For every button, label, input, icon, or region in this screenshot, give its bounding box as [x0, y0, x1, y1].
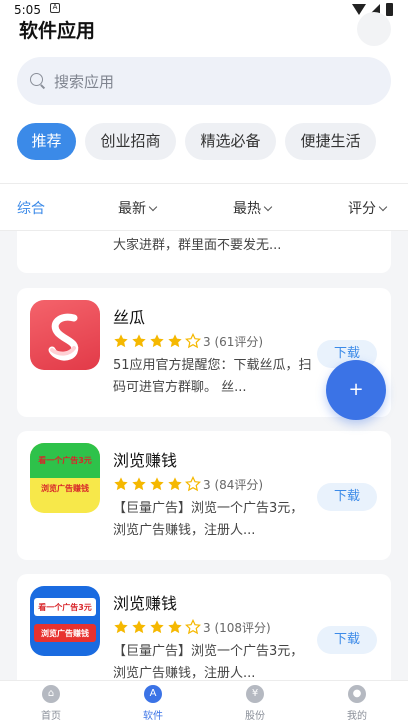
app-description: 51应用官方提醒您：下载丝瓜，扫码可进官方群聊。 丝... — [113, 358, 312, 395]
tab-shares[interactable]: ¥ 股份 — [225, 685, 285, 722]
add-fab-button[interactable]: + — [326, 360, 386, 420]
download-button[interactable]: 下载 — [317, 626, 377, 654]
star-empty-icon — [185, 333, 201, 349]
list-item[interactable]: 看一个广告3元 浏览广告赚钱 浏览赚钱 3 (108评分) 【巨量广告】浏览一个… — [17, 574, 391, 680]
rating-count: 3 (84评分) — [203, 478, 264, 492]
app-description: 大家进群，群里面不要发无... — [113, 238, 282, 253]
list-item[interactable]: 大家进群，群里面不要发无... — [17, 231, 391, 273]
star-filled-icon — [150, 477, 164, 491]
star-filled-icon — [114, 334, 128, 348]
tab-label: 股份 — [245, 711, 265, 722]
list-item[interactable]: 看一个广告3元 浏览广告赚钱 浏览赚钱 3 (84评分) 【巨量广告】浏览一个广… — [17, 431, 391, 560]
tab-lifestyle[interactable]: 便捷生活 — [285, 123, 376, 160]
home-icon: ⌂ — [42, 685, 60, 703]
tab-apps[interactable]: A 软件 — [123, 685, 183, 722]
icon-text: 浏览广告赚钱 — [41, 484, 89, 493]
star-empty-icon — [185, 476, 201, 492]
star-filled-icon — [132, 477, 146, 491]
app-name: 浏览赚钱 — [113, 594, 178, 613]
divider — [0, 183, 408, 184]
sort-latest[interactable]: 最新 — [118, 198, 158, 218]
tab-featured[interactable]: 精选必备 — [185, 123, 276, 160]
tab-profile[interactable]: ● 我的 — [327, 685, 387, 722]
rating-count: 3 (61评分) — [203, 335, 264, 349]
app-icon — [30, 300, 100, 370]
bottom-tab-bar: ⌂ 首页 A 软件 ¥ 股份 ● 我的 — [0, 680, 408, 725]
star-filled-icon — [132, 334, 146, 348]
search-placeholder: 搜索应用 — [54, 73, 115, 91]
sigua-logo-icon — [48, 313, 79, 361]
wifi-icon — [352, 4, 366, 15]
search-input[interactable]: 搜索应用 — [17, 57, 391, 105]
page-title: 软件应用 — [19, 20, 96, 42]
app-description: 【巨量广告】浏览一个广告3元，浏览广告赚钱，注册人... — [113, 501, 304, 538]
tab-label: 软件 — [143, 711, 163, 722]
star-filled-icon — [168, 477, 182, 491]
chevron-down-icon — [378, 202, 388, 212]
avatar[interactable] — [357, 12, 391, 46]
icon-text: 浏览广告赚钱 — [41, 629, 89, 638]
chevron-down-icon — [263, 202, 273, 212]
icon-text: 看一个广告3元 — [38, 456, 92, 465]
tab-home[interactable]: ⌂ 首页 — [21, 685, 81, 722]
star-filled-icon — [168, 620, 182, 634]
sort-bar: 综合 最新 最热 评分 — [0, 190, 408, 224]
app-list[interactable]: 大家进群，群里面不要发无... 丝瓜 3 (61评分) 51应用官方提醒您：下载… — [0, 231, 408, 680]
chevron-down-icon — [148, 202, 158, 212]
sort-comprehensive[interactable]: 综合 — [17, 198, 45, 218]
app-name: 浏览赚钱 — [113, 451, 178, 470]
star-empty-icon — [185, 619, 201, 635]
sort-hottest-label: 最热 — [233, 201, 261, 217]
star-filled-icon — [114, 477, 128, 491]
star-filled-icon — [132, 620, 146, 634]
sort-rating-label: 评分 — [348, 201, 376, 217]
sort-rating[interactable]: 评分 — [348, 198, 388, 218]
tab-business[interactable]: 创业招商 — [85, 123, 176, 160]
tab-label: 首页 — [41, 711, 61, 722]
tab-label: 我的 — [347, 711, 367, 722]
sort-latest-label: 最新 — [118, 201, 146, 217]
search-icon — [30, 73, 43, 86]
star-filled-icon — [114, 620, 128, 634]
star-filled-icon — [168, 334, 182, 348]
share-icon: ¥ — [246, 685, 264, 703]
star-filled-icon — [150, 620, 164, 634]
notification-icon: A — [50, 3, 60, 13]
app-icon: 看一个广告3元 浏览广告赚钱 — [30, 586, 100, 656]
app-description: 【巨量广告】浏览一个广告3元，浏览广告赚钱，注册人... — [113, 644, 304, 680]
status-time: 5:05 — [14, 3, 41, 17]
profile-icon: ● — [348, 685, 366, 703]
battery-icon — [386, 3, 393, 16]
star-filled-icon — [150, 334, 164, 348]
tab-recommended[interactable]: 推荐 — [17, 123, 76, 160]
app-icon: 看一个广告3元 浏览广告赚钱 — [30, 443, 100, 513]
icon-text: 看一个广告3元 — [38, 603, 92, 612]
app-name: 丝瓜 — [113, 308, 146, 327]
apps-icon: A — [144, 685, 162, 703]
rating-count: 3 (108评分) — [203, 621, 271, 635]
download-button[interactable]: 下载 — [317, 483, 377, 511]
sort-hottest[interactable]: 最热 — [233, 198, 273, 218]
